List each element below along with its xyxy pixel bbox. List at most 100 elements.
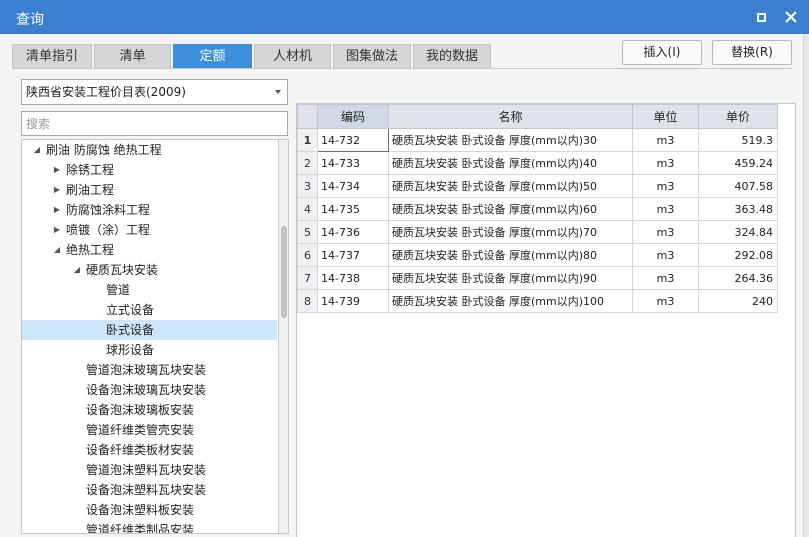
tab-quota[interactable]: 定额 <box>173 44 252 68</box>
table-row[interactable]: 6 14-737 硬质瓦块安装 卧式设备 厚度(mm以内)80 m3 292.08 <box>297 243 778 267</box>
table-row[interactable]: 2 14-733 硬质瓦块安装 卧式设备 厚度(mm以内)40 m3 459.24 <box>297 151 778 175</box>
row-number[interactable]: 8 <box>297 289 318 313</box>
quota-grid-container: 编码 名称 单位 单价 1 14-732 硬质瓦块安装 卧式设备 厚度(mm以内)3… <box>296 103 796 537</box>
table-row[interactable]: 8 14-739 硬质瓦块安装 卧式设备 厚度(mm以内)100 m3 240 <box>297 289 778 313</box>
tab-divider <box>12 68 792 69</box>
cell-code[interactable]: 14-734 <box>317 174 389 198</box>
tree-item[interactable]: 设备泡沫玻璃板安装 <box>22 400 277 420</box>
library-select[interactable]: 陕西省安装工程价目表(2009) <box>21 79 288 105</box>
cell-code[interactable]: 14-732 <box>317 128 389 152</box>
cell-price[interactable]: 459.24 <box>698 151 778 175</box>
cell-unit[interactable]: m3 <box>632 128 699 152</box>
cell-unit[interactable]: m3 <box>632 289 699 313</box>
tree-item[interactable]: ▶ 防腐蚀涂料工程 <box>22 200 277 220</box>
replace-button[interactable]: 替换(R) <box>712 40 792 65</box>
table-row[interactable]: 3 14-734 硬质瓦块安装 卧式设备 厚度(mm以内)50 m3 407.58 <box>297 174 778 198</box>
cell-code[interactable]: 14-739 <box>317 289 389 313</box>
cell-unit[interactable]: m3 <box>632 266 699 290</box>
tree-item[interactable]: 管道纤维类制品安装 <box>22 520 277 533</box>
col-header-price[interactable]: 单价 <box>698 104 778 129</box>
tree-item[interactable]: 球形设备 <box>22 340 277 360</box>
collapsed-arrow-icon[interactable]: ▶ <box>52 220 62 240</box>
tree-item[interactable]: 设备泡沫玻璃瓦块安装 <box>22 380 277 400</box>
expanded-arrow-icon[interactable]: ◢ <box>32 140 42 160</box>
cell-price[interactable]: 292.08 <box>698 243 778 267</box>
cell-unit[interactable]: m3 <box>632 174 699 198</box>
insert-button[interactable]: 插入(I) <box>622 40 702 65</box>
maximize-button[interactable] <box>753 9 769 25</box>
tree-item-label: 设备泡沫玻璃板安装 <box>86 403 195 417</box>
row-number[interactable]: 4 <box>297 197 318 221</box>
table-row[interactable]: 4 14-735 硬质瓦块安装 卧式设备 厚度(mm以内)60 m3 363.48 <box>297 197 778 221</box>
cell-name[interactable]: 硬质瓦块安装 卧式设备 厚度(mm以内)80 <box>388 243 633 267</box>
cell-unit[interactable]: m3 <box>632 151 699 175</box>
cell-name[interactable]: 硬质瓦块安装 卧式设备 厚度(mm以内)90 <box>388 266 633 290</box>
cell-name[interactable]: 硬质瓦块安装 卧式设备 厚度(mm以内)100 <box>388 289 633 313</box>
row-number[interactable]: 5 <box>297 220 318 244</box>
tree-item[interactable]: ▶ 刷油工程 <box>22 180 277 200</box>
tree-scrollbar[interactable] <box>278 139 289 534</box>
tree-item[interactable]: ◢ 刷油 防腐蚀 绝热工程 <box>22 140 277 160</box>
tree-item-label: 设备泡沫玻璃瓦块安装 <box>86 383 207 397</box>
table-row[interactable]: 5 14-736 硬质瓦块安装 卧式设备 厚度(mm以内)70 m3 324.84 <box>297 220 778 244</box>
search-input[interactable] <box>21 111 288 136</box>
cell-name[interactable]: 硬质瓦块安装 卧式设备 厚度(mm以内)30 <box>388 128 633 152</box>
cell-name[interactable]: 硬质瓦块安装 卧式设备 厚度(mm以内)60 <box>388 197 633 221</box>
cell-unit[interactable]: m3 <box>632 197 699 221</box>
title-bar: 查询 <box>0 0 809 34</box>
tab-list-guide[interactable]: 清单指引 <box>12 44 92 68</box>
expanded-arrow-icon[interactable]: ◢ <box>72 260 82 280</box>
cell-name[interactable]: 硬质瓦块安装 卧式设备 厚度(mm以内)40 <box>388 151 633 175</box>
collapsed-arrow-icon[interactable]: ▶ <box>52 160 62 180</box>
tree-item[interactable]: ▶ 除锈工程 <box>22 160 277 180</box>
collapsed-arrow-icon[interactable]: ▶ <box>52 200 62 220</box>
row-number[interactable]: 1 <box>297 128 318 152</box>
cell-unit[interactable]: m3 <box>632 220 699 244</box>
tree-item[interactable]: 管道泡沫玻璃瓦块安装 <box>22 360 277 380</box>
cell-code[interactable]: 14-738 <box>317 266 389 290</box>
tree-item[interactable]: 设备泡沫塑料板安装 <box>22 500 277 520</box>
table-row[interactable]: 7 14-738 硬质瓦块安装 卧式设备 厚度(mm以内)90 m3 264.36 <box>297 266 778 290</box>
tree-item[interactable]: 设备纤维类板材安装 <box>22 440 277 460</box>
cell-code[interactable]: 14-737 <box>317 243 389 267</box>
col-header-unit[interactable]: 单位 <box>632 104 699 129</box>
cell-unit[interactable]: m3 <box>632 243 699 267</box>
tree-item[interactable]: ◢ 绝热工程 <box>22 240 277 260</box>
col-header-code[interactable]: 编码 <box>317 104 389 129</box>
close-button[interactable] <box>783 9 799 25</box>
tab-list[interactable]: 清单 <box>94 44 171 68</box>
tree-item-label: 球形设备 <box>106 343 155 357</box>
collapsed-arrow-icon[interactable]: ▶ <box>52 180 62 200</box>
cell-name[interactable]: 硬质瓦块安装 卧式设备 厚度(mm以内)70 <box>388 220 633 244</box>
cell-price[interactable]: 264.36 <box>698 266 778 290</box>
cell-code[interactable]: 14-735 <box>317 197 389 221</box>
cell-price[interactable]: 519.3 <box>698 128 778 152</box>
tree-item[interactable]: 管道泡沫塑料瓦块安装 <box>22 460 277 480</box>
tree-item-label: 管道纤维类管壳安装 <box>86 423 195 437</box>
tab-my-data[interactable]: 我的数据 <box>413 44 491 68</box>
cell-price[interactable]: 324.84 <box>698 220 778 244</box>
tree-item[interactable]: 管道 <box>22 280 277 300</box>
cell-price[interactable]: 363.48 <box>698 197 778 221</box>
expanded-arrow-icon[interactable]: ◢ <box>52 240 62 260</box>
cell-price[interactable]: 407.58 <box>698 174 778 198</box>
row-number[interactable]: 6 <box>297 243 318 267</box>
col-header-name[interactable]: 名称 <box>388 104 633 129</box>
tree-item[interactable]: 立式设备 <box>22 300 277 320</box>
tree-item[interactable]: ▶ 喷镀（涂）工程 <box>22 220 277 240</box>
tree-item[interactable]: 设备泡沫塑料瓦块安装 <box>22 480 277 500</box>
cell-code[interactable]: 14-733 <box>317 151 389 175</box>
cell-price[interactable]: 240 <box>698 289 778 313</box>
tree-item[interactable]: 卧式设备 <box>22 320 277 340</box>
tree-scrollbar-thumb[interactable] <box>281 226 287 318</box>
cell-name[interactable]: 硬质瓦块安装 卧式设备 厚度(mm以内)50 <box>388 174 633 198</box>
cell-code[interactable]: 14-736 <box>317 220 389 244</box>
tab-labor-material-machine[interactable]: 人材机 <box>254 44 331 68</box>
table-row[interactable]: 1 14-732 硬质瓦块安装 卧式设备 厚度(mm以内)30 m3 519.3 <box>297 128 778 152</box>
tree-item[interactable]: 管道纤维类管壳安装 <box>22 420 277 440</box>
row-number[interactable]: 3 <box>297 174 318 198</box>
tree-item[interactable]: ◢ 硬质瓦块安装 <box>22 260 277 280</box>
tab-atlas-method[interactable]: 图集做法 <box>333 44 411 68</box>
row-number[interactable]: 2 <box>297 151 318 175</box>
row-number[interactable]: 7 <box>297 266 318 290</box>
